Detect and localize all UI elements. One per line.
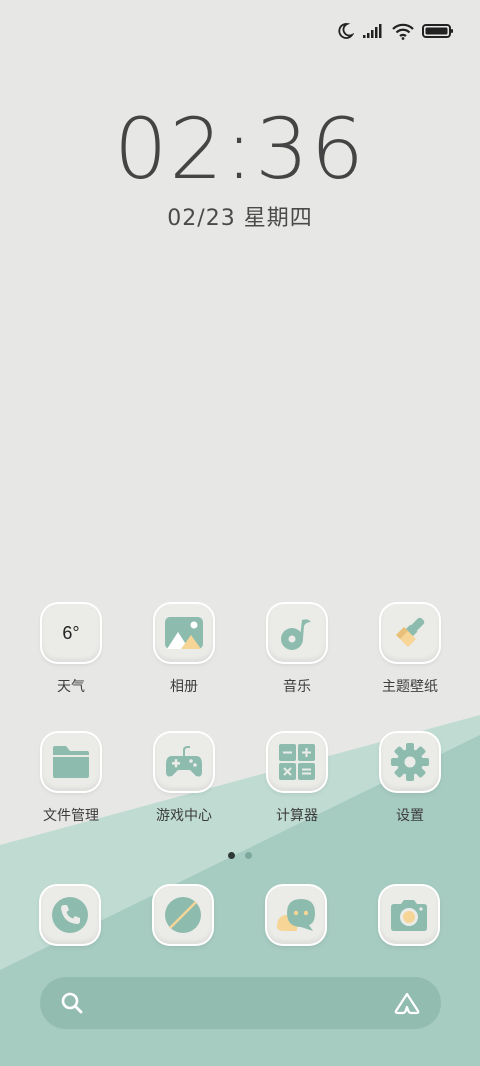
app-label: 设置 [396, 808, 424, 824]
weather-temperature: 6° [62, 622, 80, 643]
browser-icon[interactable] [154, 886, 212, 944]
music-icon[interactable] [268, 604, 326, 662]
dock-browser[interactable] [154, 886, 212, 944]
messages-icon[interactable] [267, 886, 325, 944]
page-dot-active[interactable] [228, 852, 235, 859]
page-indicator [0, 852, 480, 859]
calculator-icon[interactable] [268, 733, 326, 791]
app-game-center[interactable]: 游戏中心 [134, 733, 234, 825]
app-gallery[interactable]: 相册 [134, 604, 234, 696]
theme-brush-icon[interactable] [381, 604, 439, 662]
phone-icon[interactable] [41, 886, 99, 944]
app-label: 音乐 [283, 679, 311, 695]
gallery-icon[interactable] [155, 604, 213, 662]
app-label: 主题壁纸 [382, 679, 438, 695]
app-label: 相册 [170, 679, 198, 695]
clock-date[interactable]: 02/23 星期四 [0, 200, 480, 232]
moon-icon [338, 23, 354, 39]
search-icon[interactable] [60, 991, 84, 1015]
dock-phone[interactable] [41, 886, 99, 944]
dock-messages[interactable] [267, 886, 325, 944]
app-label: 计算器 [276, 808, 318, 824]
search-bar[interactable] [40, 977, 441, 1029]
status-bar [336, 18, 454, 44]
weather-icon[interactable]: 6° [42, 604, 100, 662]
wifi-icon [392, 23, 414, 40]
gear-icon[interactable] [381, 733, 439, 791]
app-files[interactable]: 文件管理 [21, 733, 121, 825]
page-dot[interactable] [245, 852, 252, 859]
clock-time[interactable]: 02:36 [0, 100, 480, 198]
app-label: 天气 [57, 679, 85, 695]
camera-icon[interactable] [380, 886, 438, 944]
app-label: 游戏中心 [156, 808, 212, 824]
app-theme[interactable]: 主题壁纸 [360, 604, 460, 696]
app-label: 文件管理 [43, 808, 99, 824]
assistant-icon[interactable] [393, 991, 421, 1015]
signal-icon [363, 24, 382, 38]
folder-icon[interactable] [42, 733, 100, 791]
app-weather[interactable]: 6° 天气 [21, 604, 121, 696]
battery-icon [422, 24, 453, 38]
app-music[interactable]: 音乐 [247, 604, 347, 696]
dock-camera[interactable] [380, 886, 438, 944]
app-calculator[interactable]: 计算器 [247, 733, 347, 825]
app-settings[interactable]: 设置 [360, 733, 460, 825]
gamepad-icon[interactable] [155, 733, 213, 791]
